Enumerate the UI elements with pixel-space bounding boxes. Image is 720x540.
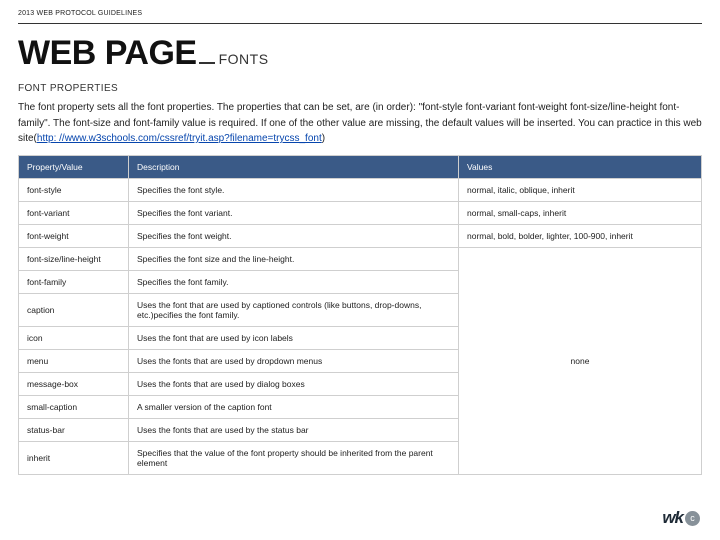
cell-desc: Uses the fonts that are used by the stat…	[129, 418, 459, 441]
cell-desc: Specifies the font size and the line-hei…	[129, 247, 459, 270]
intro-text-post: )	[322, 133, 325, 144]
cell-desc: Specifies that the value of the font pro…	[129, 441, 459, 474]
table-row: font-style Specifies the font style. nor…	[19, 178, 702, 201]
table-row: font-weight Specifies the font weight. n…	[19, 224, 702, 247]
document-topline: 2013 WEB PROTOCOL GUIDELINES	[18, 10, 702, 24]
cell-prop: font-style	[19, 178, 129, 201]
cell-prop: message-box	[19, 372, 129, 395]
cell-values: normal, small-caps, inherit	[459, 201, 702, 224]
cell-values: normal, bold, bolder, lighter, 100-900, …	[459, 224, 702, 247]
cell-desc: Uses the font that are used by icon labe…	[129, 326, 459, 349]
cell-desc: Uses the font that are used by captioned…	[129, 293, 459, 326]
cell-prop: font-size/line-height	[19, 247, 129, 270]
th-values: Values	[459, 155, 702, 178]
cell-desc: Specifies the font style.	[129, 178, 459, 201]
cell-desc: Specifies the font family.	[129, 270, 459, 293]
table-row: font-variant Specifies the font variant.…	[19, 201, 702, 224]
logo-badge-icon: c	[685, 511, 700, 526]
cell-desc: A smaller version of the caption font	[129, 395, 459, 418]
logo-text: wk	[662, 508, 683, 528]
intro-paragraph: The font property sets all the font prop…	[18, 100, 702, 147]
cell-values: normal, italic, oblique, inherit	[459, 178, 702, 201]
title-row: WEB PAGE FONTS	[18, 34, 702, 73]
table-row: font-size/line-height Specifies the font…	[19, 247, 702, 270]
cell-desc: Specifies the font weight.	[129, 224, 459, 247]
cell-prop: caption	[19, 293, 129, 326]
section-heading: FONT PROPERTIES	[18, 83, 702, 94]
cell-values-merged: none	[459, 247, 702, 474]
font-properties-table: Property/Value Description Values font-s…	[18, 155, 702, 475]
reference-link[interactable]: http: //www.w3schools.com/cssref/tryit.a…	[37, 133, 322, 144]
th-property: Property/Value	[19, 155, 129, 178]
page-title: WEB PAGE	[18, 34, 197, 73]
cell-prop: menu	[19, 349, 129, 372]
cell-desc: Specifies the font variant.	[129, 201, 459, 224]
page-subtitle: FONTS	[219, 51, 269, 67]
cell-prop: font-family	[19, 270, 129, 293]
cell-prop: font-weight	[19, 224, 129, 247]
cell-prop: inherit	[19, 441, 129, 474]
cell-prop: small-caption	[19, 395, 129, 418]
th-description: Description	[129, 155, 459, 178]
cell-prop: icon	[19, 326, 129, 349]
cell-desc: Uses the fonts that are used by dialog b…	[129, 372, 459, 395]
cell-prop: font-variant	[19, 201, 129, 224]
cell-desc: Uses the fonts that are used by dropdown…	[129, 349, 459, 372]
table-header-row: Property/Value Description Values	[19, 155, 702, 178]
cell-prop: status-bar	[19, 418, 129, 441]
title-underscore	[199, 62, 215, 64]
brand-logo: wk c	[662, 508, 700, 528]
